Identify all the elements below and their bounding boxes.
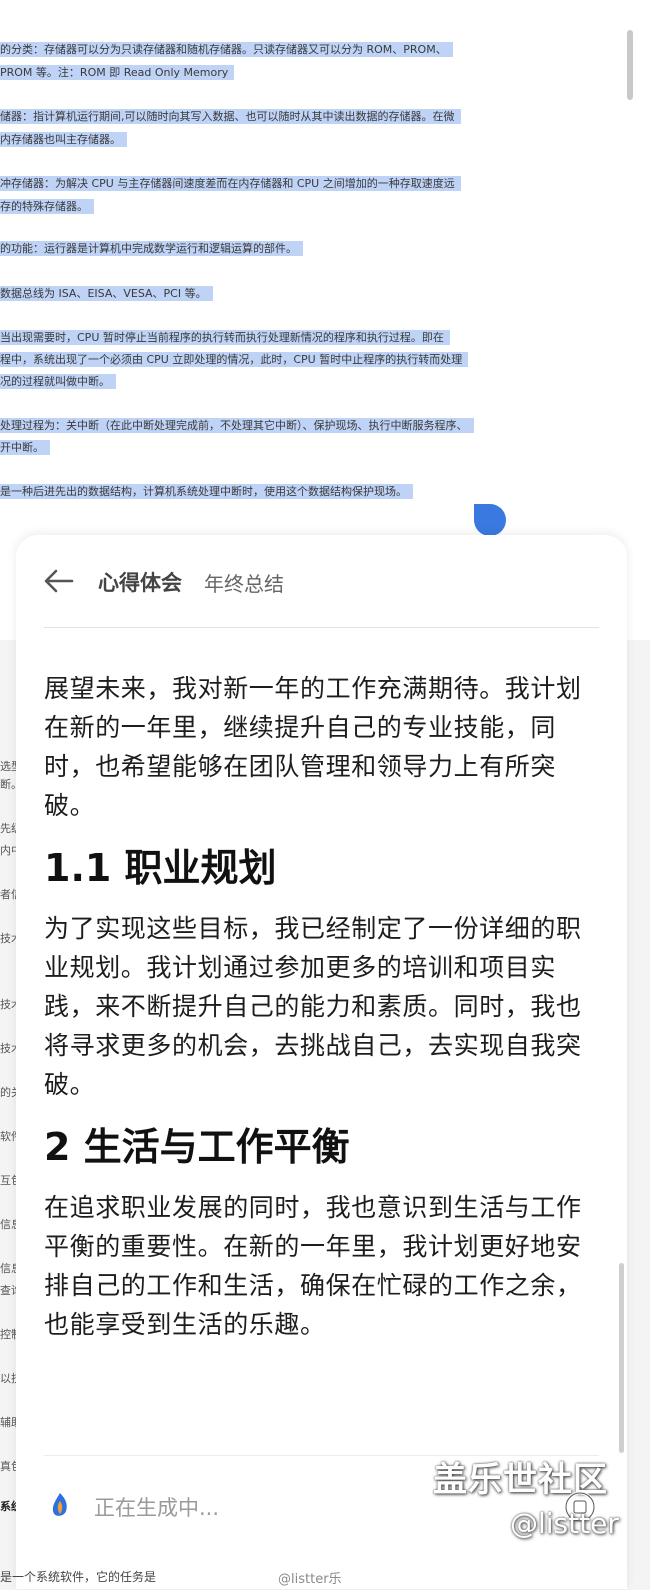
doc-line: 内存储器也叫主存储器。	[0, 130, 127, 149]
section-heading: 2 生活与工作平衡	[44, 1125, 350, 1169]
doc-line: 冲存储器：为解决 CPU 与主存储器间速度差而在内存储器和 CPU 之间增加的一…	[0, 174, 461, 193]
doc-line: 存的特殊存储器。	[0, 197, 94, 216]
generated-content: 展望未来，我对新一年的工作充满期待。我计划在新的一年里，继续提升自己的专业技能，…	[44, 669, 604, 1344]
paragraph: 展望未来，我对新一年的工作充满期待。我计划在新的一年里，继续提升自己的专业技能，…	[44, 674, 582, 820]
doc-line: 况的过程就叫做中断。	[0, 372, 116, 391]
watermark-weibo: @listter乐	[278, 1572, 342, 1587]
generating-status: 正在生成中...	[94, 1496, 220, 1520]
doc-line: 是一种后进先出的数据结构，计算机系统处理中断时，使用这个数据结构保护现场。	[0, 482, 413, 501]
doc-line: 开中断。	[0, 438, 50, 457]
paragraph: 为了实现这些目标，我已经制定了一份详细的职业规划。我计划通过参加更多的培训和项目…	[44, 914, 582, 1099]
back-arrow-icon[interactable]	[42, 567, 76, 595]
doc-line: 程中，系统出现了一个必须由 CPU 立即处理的情况，此时，CPU 暂时中止程序的…	[0, 350, 469, 369]
sheet-scrollbar[interactable]	[619, 1263, 624, 1453]
sheet-title: 心得体会	[98, 571, 182, 595]
background-bottom-text: 是一个系统软件，它的任务是	[0, 1570, 157, 1584]
sheet-subtitle: 年终总结	[204, 572, 284, 596]
doc-line: 储器：指计算机运行期间,可以随时向其写入数据、也可以随时从其中读出数据的存储器。…	[0, 107, 461, 126]
ai-assistant-icon	[52, 1493, 67, 1516]
selection-handle[interactable]	[474, 504, 506, 536]
watermark-handle: @listter	[510, 1507, 619, 1540]
section-heading: 1.1 职业规划	[44, 846, 277, 890]
doc-line: 的分类：存储器可以分为只读存储器和随机存储器。只读存储器又可以分为 ROM、PR…	[0, 40, 453, 59]
paragraph: 在追求职业发展的同时，我也意识到生活与工作平衡的重要性。在新的一年里，我计划更好…	[44, 1193, 582, 1339]
doc-line: 数据总线为 ISA、EISA、VESA、PCI 等。	[0, 284, 213, 303]
sheet-header: 心得体会 年终总结	[16, 535, 627, 627]
doc-line: 当出现需要时，CPU 暂时停止当前程序的执行转而执行处理新情况的程序和执行过程。…	[0, 328, 450, 347]
doc-line: PROM 等。注：ROM 即 Read Only Memory	[0, 63, 235, 82]
doc-line: 的功能：运行器是计算机中完成数学运行和逻辑运算的部件。	[0, 239, 303, 258]
document-scrollbar[interactable]	[627, 30, 633, 100]
header-divider	[44, 627, 599, 628]
ai-writing-sheet: 心得体会 年终总结 展望未来，我对新一年的工作充满期待。我计划在新的一年里，继续…	[16, 535, 627, 1589]
doc-line: 处理过程为：关中断（在此中断处理完成前，不处理其它中断）、保护现场、执行中断服务…	[0, 416, 474, 435]
